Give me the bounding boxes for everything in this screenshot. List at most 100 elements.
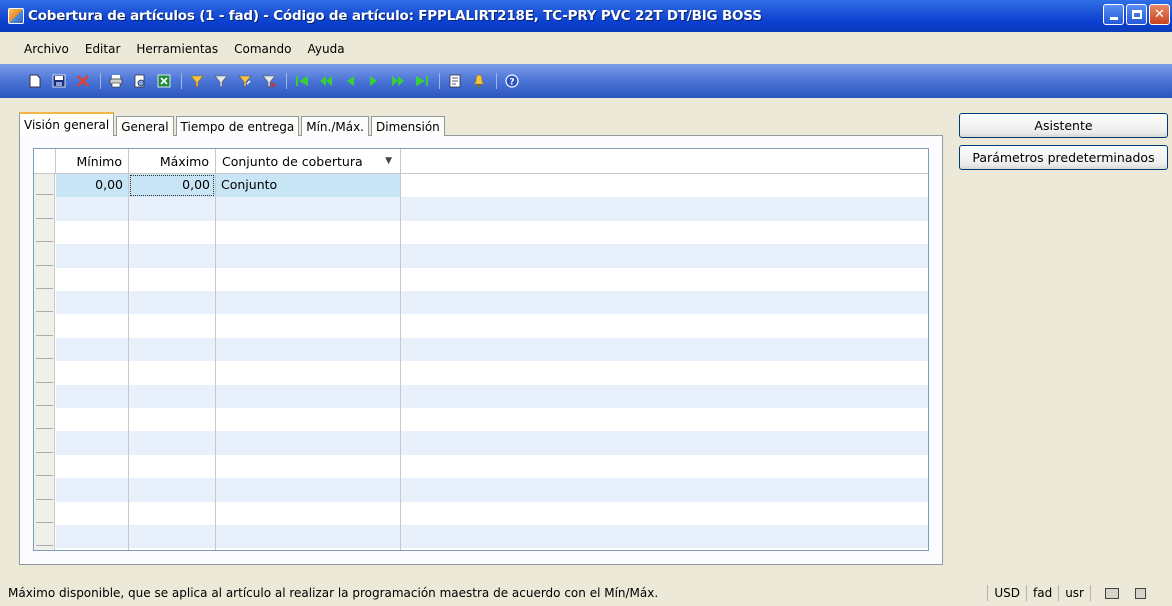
status-currency[interactable]: USD (987, 585, 1026, 601)
cell-minimo[interactable]: 0,00 (56, 174, 128, 197)
title-bar: Cobertura de artículos (1 - fad) - Códig… (0, 0, 1172, 32)
column-divider (400, 174, 401, 550)
column-divider (128, 174, 129, 550)
last-record-icon[interactable] (413, 72, 431, 90)
tab-min-max[interactable]: Mín./Máx. (301, 116, 369, 136)
row-selector-mark (36, 264, 53, 266)
row-selector-column[interactable] (34, 174, 55, 550)
advanced-filter-icon[interactable] (236, 72, 254, 90)
tab-general[interactable]: General (116, 116, 174, 136)
row-selector-mark (36, 311, 53, 313)
grid-row-background (56, 408, 928, 431)
database-icon[interactable] (1105, 587, 1119, 599)
toolbar-separator (439, 73, 440, 89)
grid-row-background (56, 361, 928, 384)
export-excel-icon[interactable] (155, 72, 173, 90)
row-selector-mark (36, 545, 53, 547)
status-bar: Máximo disponible, que se aplica al artí… (0, 580, 1172, 606)
cell-maximo[interactable]: 0,00 (129, 174, 215, 197)
row-selector-mark (36, 358, 53, 360)
grid-row-background (56, 337, 928, 362)
grid-row-background (56, 478, 928, 502)
status-indicators: USD fad usr (987, 585, 1160, 601)
tab-tiempo-de-entrega[interactable]: Tiempo de entrega (175, 116, 300, 136)
delete-icon[interactable] (74, 72, 92, 90)
menu-ayuda[interactable]: Ayuda (300, 40, 351, 58)
grid-row-background (56, 431, 928, 455)
menu-archivo[interactable]: Archivo (17, 40, 76, 58)
toolbar-separator (496, 73, 497, 89)
toolbar: ? (0, 64, 1172, 98)
column-header-maximo[interactable]: Máximo (129, 149, 216, 174)
minimize-button[interactable] (1103, 4, 1124, 25)
grid-row-background (56, 502, 928, 525)
column-header-conjunto-de-cobertura[interactable]: Conjunto de cobertura ▼ (216, 149, 401, 174)
status-company[interactable]: fad (1026, 585, 1058, 601)
grid-row-background (56, 197, 928, 221)
previous-record-icon[interactable] (341, 72, 359, 90)
menu-editar[interactable]: Editar (78, 40, 128, 58)
row-selector-mark (36, 217, 53, 219)
asistente-button[interactable]: Asistente (959, 113, 1168, 138)
tab-vision-general[interactable]: Visión general (19, 112, 115, 136)
status-icon-group (1090, 585, 1160, 601)
grid-row-background (56, 221, 928, 244)
toolbar-separator (286, 73, 287, 89)
row-selector-mark (36, 288, 53, 289)
sort-arrow-icon: ▼ (385, 156, 392, 166)
sql-icon[interactable] (1135, 587, 1146, 599)
row-selector-mark (36, 498, 53, 500)
row-selector-mark (36, 381, 53, 383)
row-selector-mark (36, 334, 53, 336)
grid-row-background (56, 291, 928, 315)
app-icon[interactable] (8, 8, 24, 24)
status-message: Máximo disponible, que se aplica al artí… (8, 586, 659, 600)
next-page-icon[interactable] (389, 72, 407, 90)
maximize-button[interactable] (1126, 4, 1147, 25)
previous-page-icon[interactable] (317, 72, 335, 90)
first-record-icon[interactable] (293, 72, 311, 90)
row-selector-mark (36, 475, 53, 477)
row-selector-mark (36, 451, 53, 453)
alert-icon[interactable] (470, 72, 488, 90)
filter-by-selection-icon[interactable] (188, 72, 206, 90)
coverage-grid[interactable]: Mínimo Máximo Conjunto de cobertura ▼ 0,… (33, 148, 929, 551)
menu-bar: Archivo Editar Herramientas Comando Ayud… (0, 37, 1172, 61)
row-selector-mark (36, 241, 53, 243)
grid-row-background (56, 384, 928, 408)
row-selector-header[interactable] (34, 149, 56, 174)
menu-herramientas[interactable]: Herramientas (129, 40, 225, 58)
remove-filter-icon[interactable] (260, 72, 278, 90)
tab-dimension[interactable]: Dimensión (371, 116, 445, 136)
column-header-minimo[interactable]: Mínimo (56, 149, 129, 174)
status-layer[interactable]: usr (1058, 585, 1090, 601)
new-record-icon[interactable] (26, 72, 44, 90)
filter-by-grid-icon[interactable] (212, 72, 230, 90)
grid-row-background (56, 314, 928, 337)
row-selector-mark (36, 428, 53, 430)
grid-row-background (56, 268, 928, 291)
grid-row-background (56, 525, 928, 549)
document-handling-icon[interactable] (446, 72, 464, 90)
print-icon[interactable] (107, 72, 125, 90)
next-record-icon[interactable] (365, 72, 383, 90)
close-button[interactable]: ✕ (1149, 4, 1170, 25)
cell-conjunto[interactable]: Conjunto (216, 174, 400, 197)
column-header-label: Conjunto de cobertura (222, 154, 363, 169)
table-row[interactable]: 0,00 0,00 Conjunto (56, 174, 928, 197)
column-divider (215, 174, 216, 550)
window-title: Cobertura de artículos (1 - fad) - Códig… (28, 8, 762, 24)
print-preview-icon[interactable] (131, 72, 149, 90)
help-icon[interactable]: ? (503, 72, 521, 90)
window-controls: ✕ (1103, 4, 1170, 25)
grid-row-background (56, 244, 928, 268)
save-icon[interactable] (50, 72, 68, 90)
toolbar-separator (100, 73, 101, 89)
tab-strip: Visión general General Tiempo de entrega… (19, 112, 447, 136)
menu-comando[interactable]: Comando (227, 40, 298, 58)
row-selector-mark (36, 522, 53, 523)
parametros-predeterminados-button[interactable]: Parámetros predeterminados (959, 145, 1168, 170)
row-selector-mark (36, 405, 53, 406)
grid-row-background (56, 455, 928, 478)
grid-header: Mínimo Máximo Conjunto de cobertura ▼ (34, 149, 928, 174)
